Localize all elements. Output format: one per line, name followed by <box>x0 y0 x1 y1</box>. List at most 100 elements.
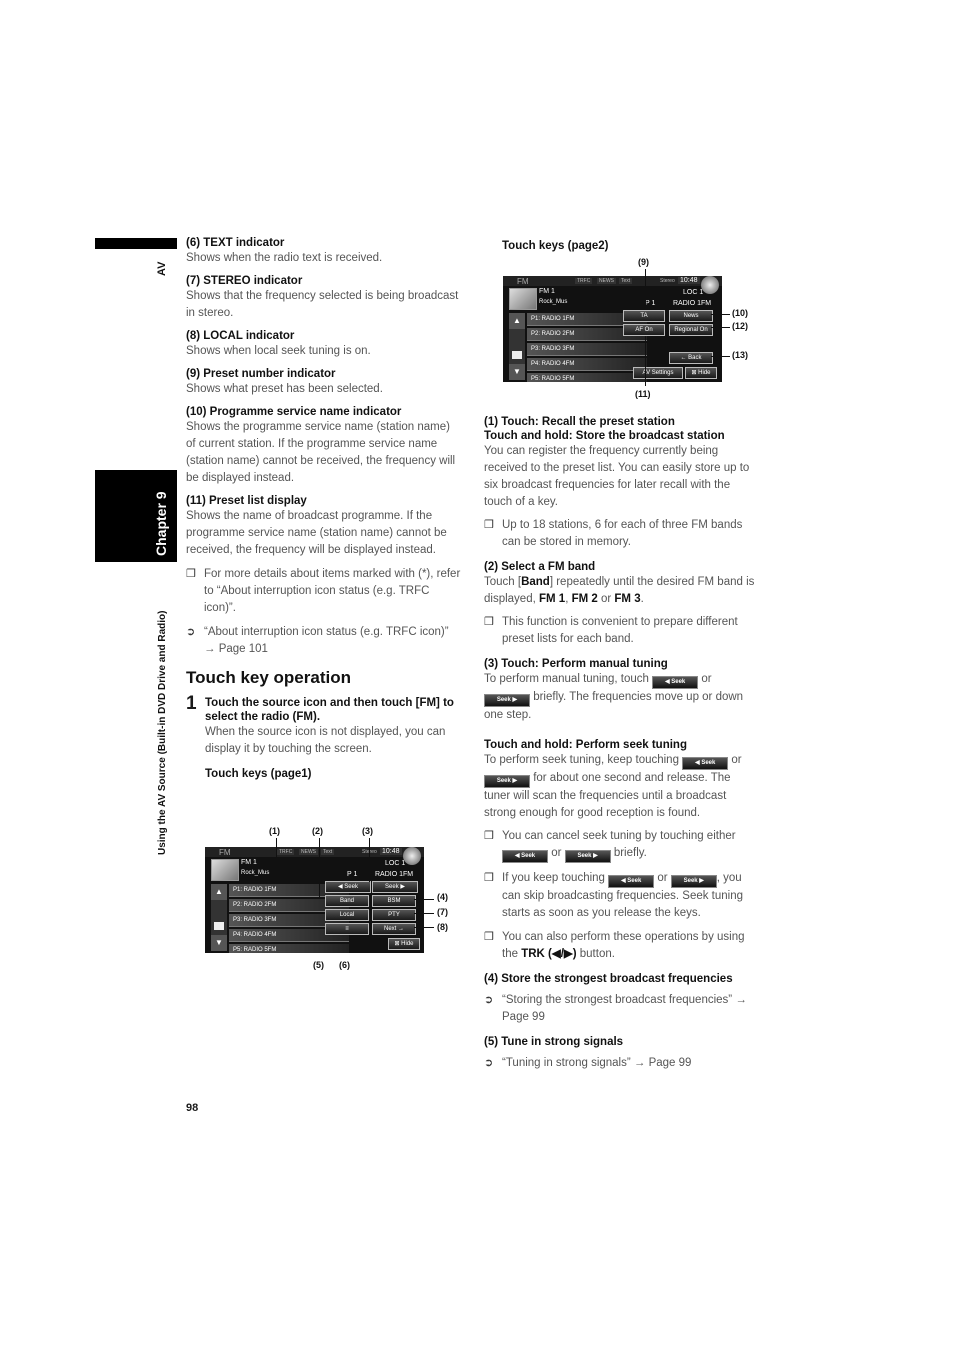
hide-button[interactable]: ⊠ Hide <box>388 938 420 950</box>
source-icon[interactable] <box>509 288 537 310</box>
text: or <box>698 673 712 685</box>
back-button[interactable]: ← Back <box>669 352 713 364</box>
text-indicator: Text <box>321 849 335 855</box>
av-settings-button[interactable]: AV Settings <box>633 367 683 379</box>
seek-right-icon: Seek ▶ <box>484 694 530 707</box>
text: To perform seek tuning, keep touching <box>484 754 683 766</box>
scroll-down-button[interactable]: ▼ <box>509 364 525 380</box>
disc-icon[interactable] <box>701 276 719 294</box>
text: You can cancel seek tuning by touching e… <box>502 830 736 842</box>
note-icon: ❒ <box>484 519 494 531</box>
note-text: For more details about items marked with… <box>204 568 461 614</box>
s2-body: Touch [Band] repeatedly until the desire… <box>484 574 759 608</box>
item-ps-name: (10) Programme service name indicator Sh… <box>186 405 461 487</box>
cross-reference[interactable]: ➲ “Tuning in strong signals” → Page 99 <box>484 1055 759 1072</box>
item-heading: (7) STEREO indicator <box>186 275 303 287</box>
item-heading: (9) Preset number indicator <box>186 368 336 380</box>
callout-1: (1) <box>269 826 280 836</box>
status-bar: FM TRFC NEWS Text Stereo 10:48 <box>503 276 722 286</box>
item-body: Shows what preset has been selected. <box>186 383 383 395</box>
source-label: FM <box>517 277 529 286</box>
callout-line <box>276 838 277 880</box>
note: ❒ For more details about items marked wi… <box>186 566 461 617</box>
scroll-thumb[interactable] <box>512 351 522 359</box>
note-icon: ❒ <box>484 872 494 884</box>
reference-link[interactable]: “Tuning in strong signals” → Page 99 <box>502 1057 691 1069</box>
preset-item[interactable]: P5: RADIO 5FM <box>527 373 647 382</box>
text-button[interactable]: ≡ <box>325 923 369 935</box>
note: ❒ Up to 18 stations, 6 for each of three… <box>484 517 759 551</box>
s5-heading: (5) Tune in strong signals <box>484 1036 624 1048</box>
item-body: Shows the name of broadcast programme. I… <box>186 510 447 556</box>
callout-line <box>369 838 370 882</box>
reference-link[interactable]: “Storing the strongest broadcast frequen… <box>502 994 747 1023</box>
band-label: FM 1 <box>241 859 257 866</box>
reference-link[interactable]: “About interruption icon status (e.g. TR… <box>204 626 449 655</box>
preset-item[interactable]: P5: RADIO 5FM <box>229 944 349 953</box>
text: . <box>640 593 644 605</box>
s1-body: You can register the frequency currently… <box>484 445 750 508</box>
note-text: Up to 18 stations, 6 for each of three F… <box>502 519 743 548</box>
seek-right-button[interactable]: Seek ▶ <box>372 881 418 893</box>
next-button[interactable]: Next → <box>372 923 416 935</box>
cross-reference[interactable]: ➲ “About interruption icon status (e.g. … <box>186 624 461 658</box>
step-heading: Touch the source icon and then touch [FM… <box>205 697 454 723</box>
item-body: Shows when local seek tuning is on. <box>186 345 371 357</box>
preset-scrollbar[interactable]: ▲ ▼ <box>211 884 227 951</box>
source-icon[interactable] <box>211 859 239 881</box>
page-number: 98 <box>186 1102 199 1114</box>
preset-item[interactable]: P3: RADIO 3FM <box>527 343 647 356</box>
regional-button[interactable]: Regional On <box>669 324 713 336</box>
news-button[interactable]: News <box>669 310 713 322</box>
seek-left-icon: ◀ Seek <box>502 850 548 863</box>
ta-button[interactable]: TA <box>623 310 665 322</box>
preset-item[interactable]: P4: RADIO 4FM <box>527 358 647 371</box>
seek-left-button[interactable]: ◀ Seek <box>325 881 371 893</box>
trk-button-name: TRK (◀/▶) <box>521 948 577 960</box>
fm2-label: FM 2 <box>571 593 598 605</box>
scroll-up-button[interactable]: ▲ <box>211 884 227 900</box>
callout-8: (8) <box>437 922 448 932</box>
preset-scrollbar[interactable]: ▲ ▼ <box>509 313 525 380</box>
item-local-indicator: (8) LOCAL indicator Shows when local see… <box>186 329 461 360</box>
bsm-button[interactable]: BSM <box>372 895 416 907</box>
callout-line <box>414 899 434 900</box>
callout-11: (11) <box>635 389 651 399</box>
text: briefly. <box>610 847 647 859</box>
text: Touch [ <box>484 576 522 588</box>
pty-button[interactable]: PTY <box>372 909 416 921</box>
note-icon: ❒ <box>484 830 494 842</box>
disc-icon[interactable] <box>403 847 421 865</box>
reference-arrow-icon: ➲ <box>484 994 494 1006</box>
seek-right-icon: Seek ▶ <box>564 850 611 863</box>
cross-reference[interactable]: ➲ “Storing the strongest broadcast frequ… <box>484 992 759 1026</box>
af-button[interactable]: AF On <box>623 324 665 336</box>
callout-12: (12) <box>732 321 749 331</box>
band-button[interactable]: Band <box>325 895 369 907</box>
scroll-up-button[interactable]: ▲ <box>509 313 525 329</box>
note: ❒ You can cancel seek tuning by touching… <box>484 828 759 863</box>
callout-line <box>645 269 646 309</box>
text: button. <box>576 948 615 960</box>
callout-4: (4) <box>437 892 448 902</box>
item-heading: (11) Preset list display <box>186 495 307 507</box>
item-text-indicator: (6) TEXT indicator Shows when the radio … <box>186 236 461 267</box>
callout-line <box>645 336 646 386</box>
fm1-label: FM 1 <box>538 593 566 605</box>
fm3-label: FM 3 <box>614 593 641 605</box>
text: If you keep touching <box>502 872 609 884</box>
scroll-thumb[interactable] <box>214 922 224 930</box>
local-button[interactable]: Local <box>325 909 369 921</box>
item-stereo-indicator: (7) STEREO indicator Shows that the freq… <box>186 274 461 322</box>
step-1: 1 Touch the source icon and then touch [… <box>186 693 461 780</box>
callout-10: (10) <box>732 308 749 318</box>
callout-line <box>414 927 434 928</box>
note-icon: ❒ <box>186 568 196 580</box>
s3b-heading: Touch and hold: Perform seek tuning <box>484 739 687 751</box>
scroll-down-button[interactable]: ▼ <box>211 935 227 951</box>
seek-left-icon: ◀ Seek <box>682 757 729 770</box>
note: ❒ You can also perform these operations … <box>484 929 759 963</box>
clock: 10:48 <box>678 277 700 284</box>
page1-label: Touch keys (page1) <box>205 768 312 780</box>
hide-button[interactable]: ⊠ Hide <box>685 367 717 379</box>
